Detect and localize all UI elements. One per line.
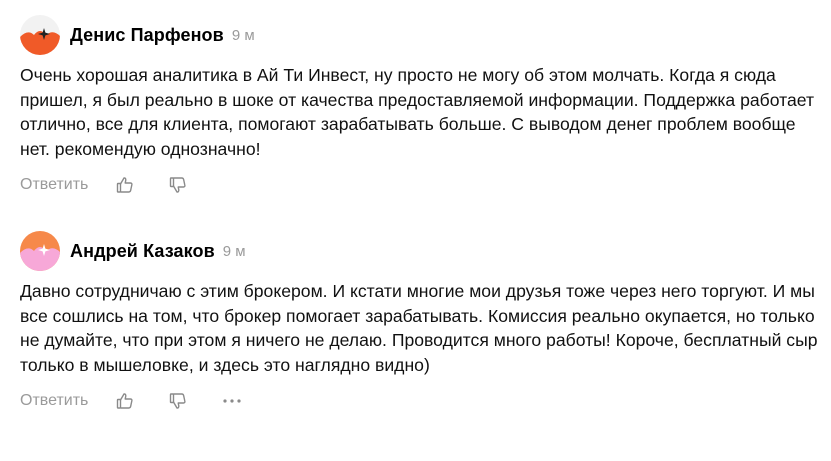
reply-button[interactable]: Ответить — [20, 176, 88, 194]
thumbs-down-icon[interactable] — [168, 175, 188, 195]
sparkle-avatar-icon — [20, 231, 60, 271]
thumbs-up-icon[interactable] — [115, 391, 135, 411]
timestamp: 9 м — [222, 242, 246, 260]
comment-header: Андрей Казаков 9 м — [20, 231, 820, 271]
thumbs-up-icon[interactable] — [115, 175, 135, 195]
avatar[interactable] — [20, 15, 60, 55]
avatar[interactable] — [20, 231, 60, 271]
comment-header: Денис Парфенов 9 м — [20, 15, 820, 55]
comment: Андрей Казаков 9 м Давно сотрудничаю с э… — [20, 231, 820, 413]
comment-text: Очень хорошая аналитика в Ай Ти Инвест, … — [20, 65, 815, 159]
author-name[interactable]: Денис Парфенов — [70, 25, 224, 46]
thumbs-down-icon[interactable] — [168, 391, 188, 411]
comment-actions: Ответить — [20, 389, 820, 413]
reply-button[interactable]: Ответить — [20, 392, 88, 410]
author-name[interactable]: Андрей Казаков — [70, 241, 215, 262]
comment-text: Давно сотрудничаю с этим брокером. И кст… — [20, 281, 818, 375]
sparkle-avatar-icon — [20, 15, 60, 55]
comment-actions: Ответить — [20, 173, 820, 197]
timestamp: 9 м — [231, 26, 255, 44]
comment: Денис Парфенов 9 м Очень хорошая аналити… — [20, 15, 820, 197]
more-options-icon[interactable] — [221, 391, 243, 411]
